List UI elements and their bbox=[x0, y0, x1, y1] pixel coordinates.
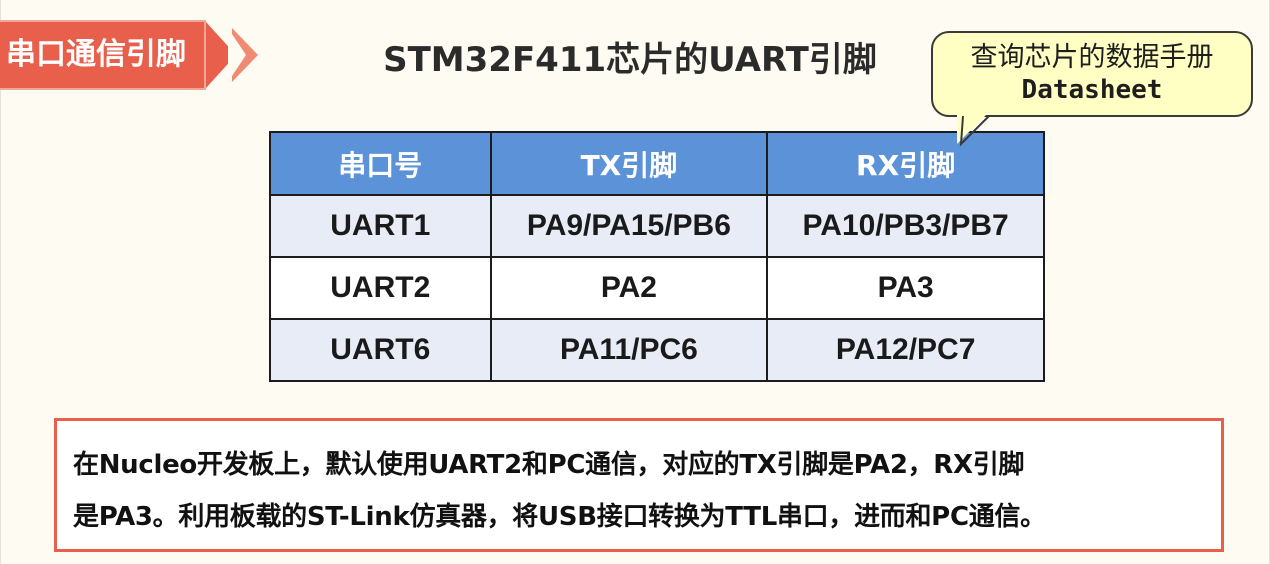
cell-rx: PA12/PC7 bbox=[766, 318, 1045, 382]
cell-tx: PA11/PC6 bbox=[489, 318, 769, 382]
note-box: 在Nucleo开发板上，默认使用UART2和PC通信，对应的TX引脚是PA2，R… bbox=[54, 418, 1224, 552]
callout-text-line1: 查询芯片的数据手册 bbox=[970, 42, 1214, 73]
cell-tx: PA9/PA15/PB6 bbox=[489, 194, 769, 258]
cell-port: UART1 bbox=[269, 194, 492, 258]
note-line-2: 是PA3。利用板载的ST-Link仿真器，将USB接口转换为TTL串口，进而和P… bbox=[73, 502, 1046, 532]
header-tx: TX引脚 bbox=[489, 131, 769, 196]
cell-rx: PA10/PB3/PB7 bbox=[766, 194, 1045, 258]
uart-pin-table: 串口号 TX引脚 RX引脚 UART1 PA9/PA15/PB6 PA10/PB… bbox=[269, 131, 1045, 382]
cell-port: UART2 bbox=[269, 256, 492, 320]
table-row: UART6 PA11/PC6 PA12/PC7 bbox=[269, 318, 1045, 382]
cell-tx: PA2 bbox=[489, 256, 769, 320]
table-header-row: 串口号 TX引脚 RX引脚 bbox=[269, 131, 1045, 196]
cell-rx: PA3 bbox=[766, 256, 1045, 320]
callout-tail bbox=[957, 102, 999, 147]
note-line-1: 在Nucleo开发板上，默认使用UART2和PC通信，对应的TX引脚是PA2，R… bbox=[73, 450, 1025, 480]
header-port: 串口号 bbox=[269, 131, 492, 196]
table-row: UART1 PA9/PA15/PB6 PA10/PB3/PB7 bbox=[269, 194, 1045, 258]
table-row: UART2 PA2 PA3 bbox=[269, 256, 1045, 320]
cell-port: UART6 bbox=[269, 318, 492, 382]
